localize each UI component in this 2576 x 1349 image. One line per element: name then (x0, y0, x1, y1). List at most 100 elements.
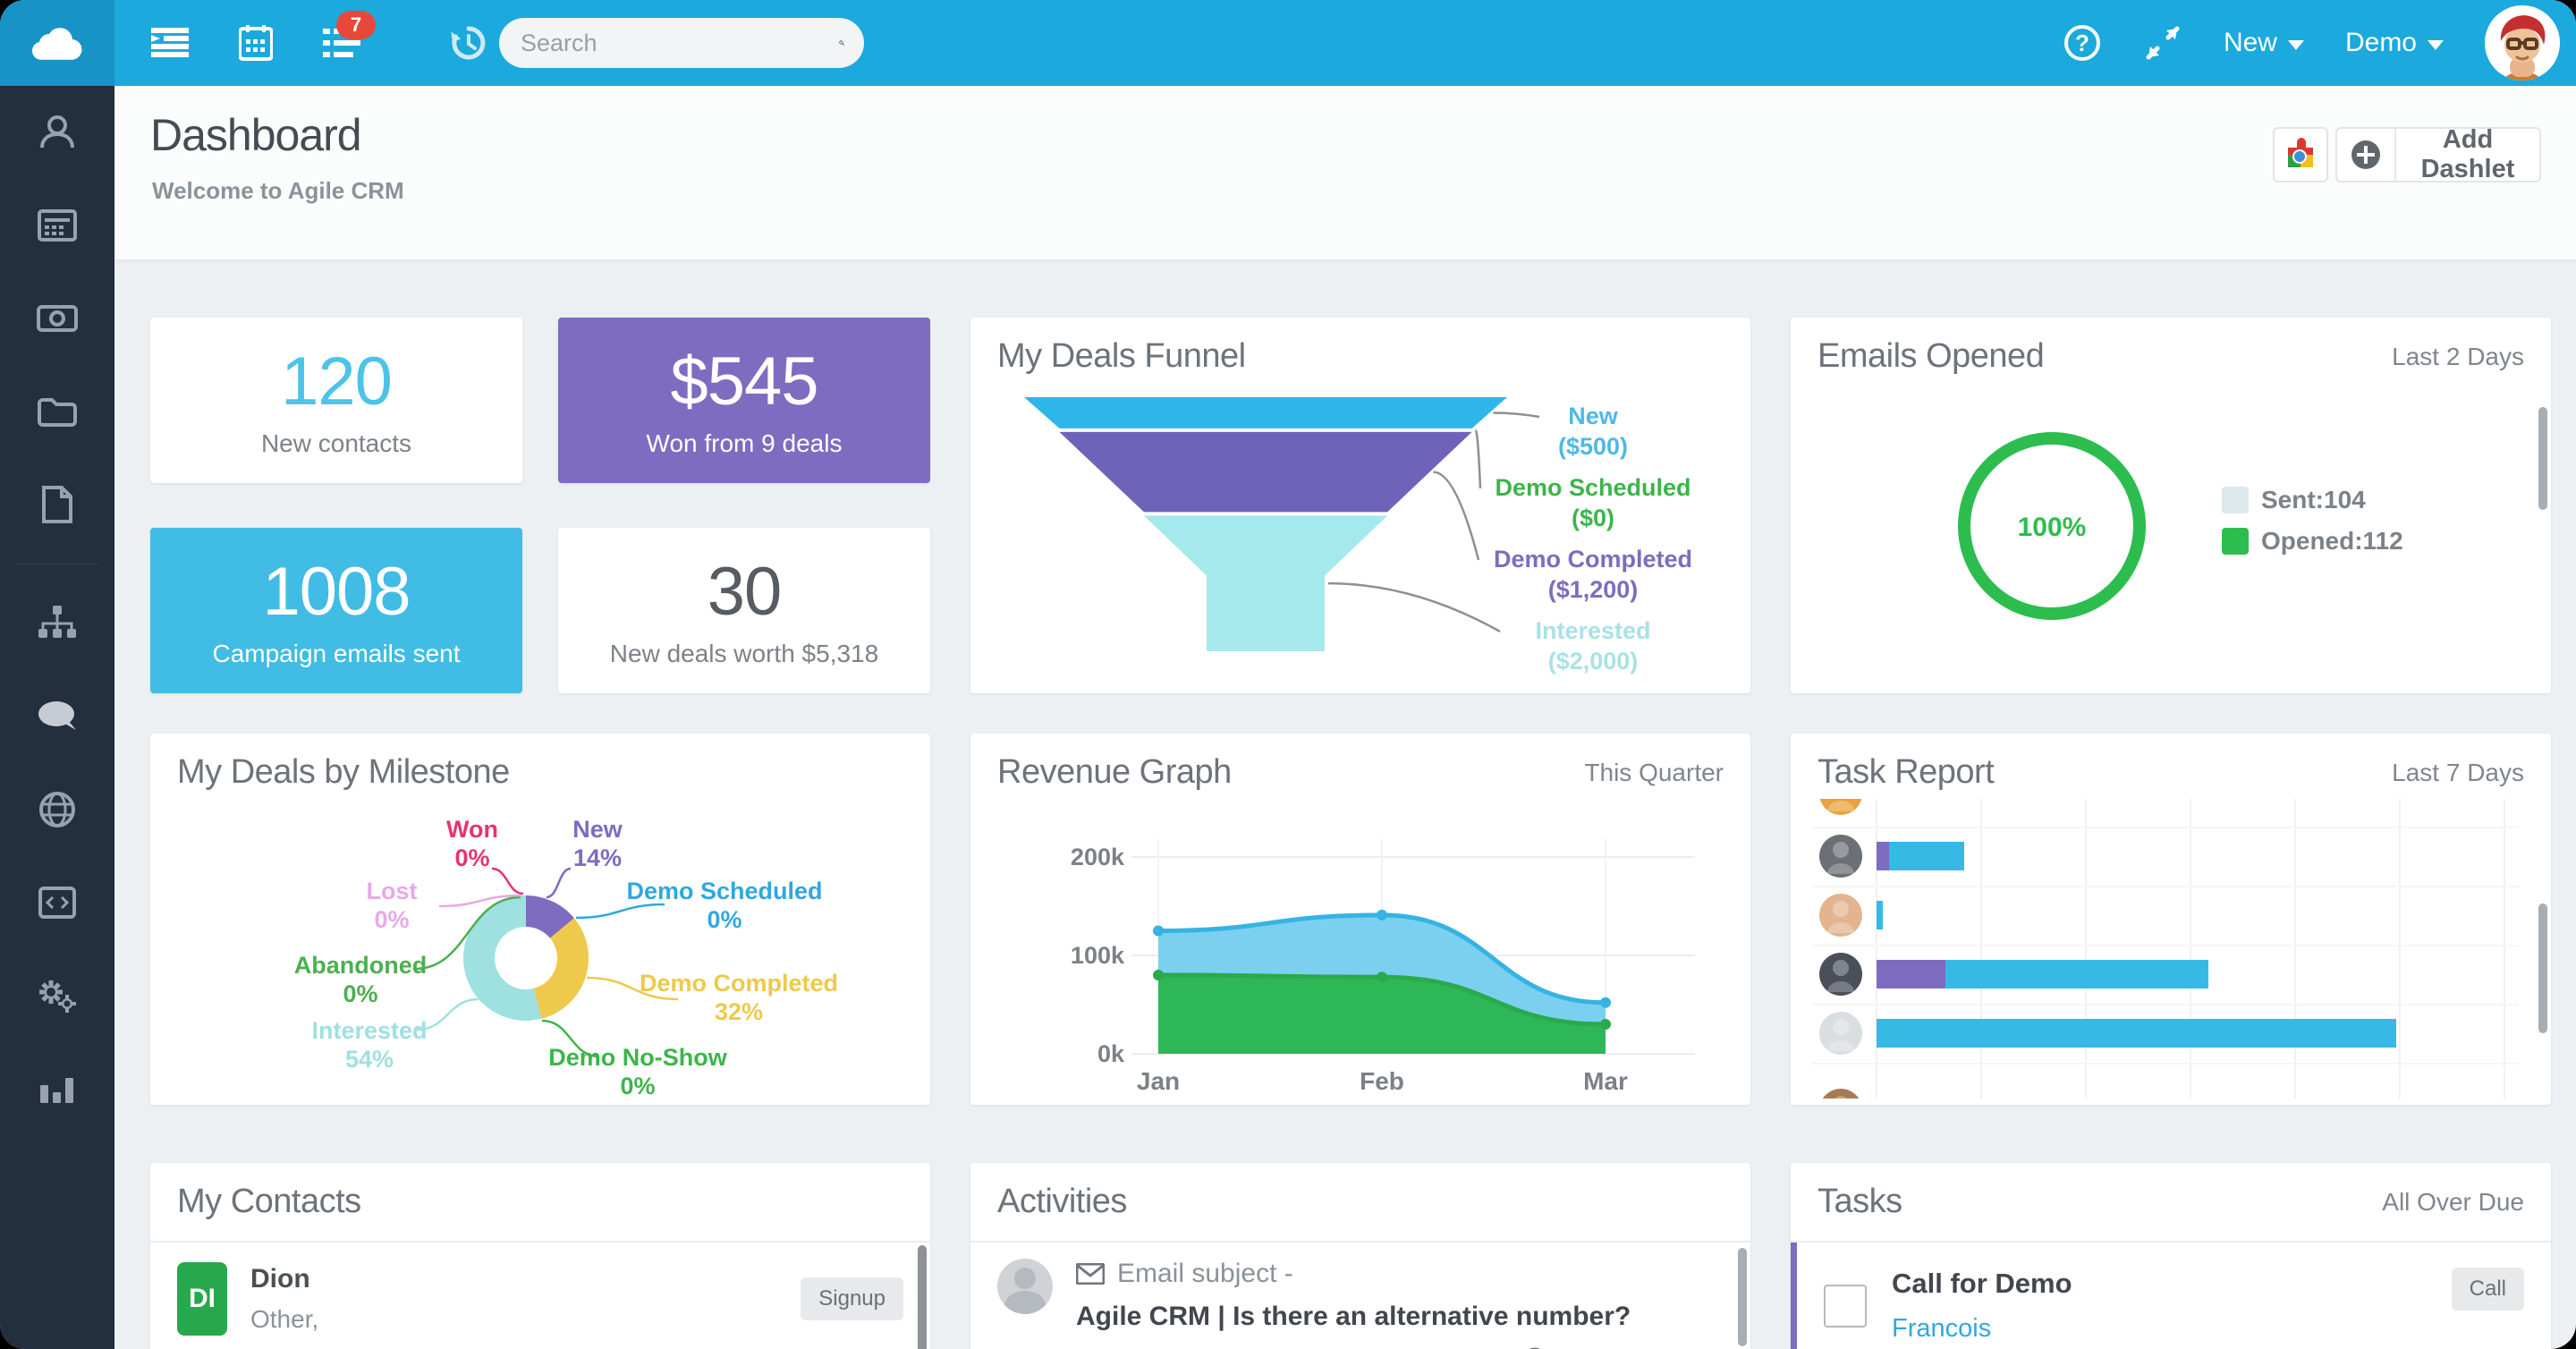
svg-text:32%: 32% (715, 998, 763, 1025)
scrollbar-thumb[interactable] (2538, 407, 2547, 510)
deals-milestone-panel: My Deals by Milestone Won 0% New 14% Demo Sc… (150, 734, 930, 1105)
stat-label: New contacts (260, 429, 412, 457)
user-avatar[interactable] (2485, 5, 2560, 81)
stat-card-new-contacts[interactable]: 120 New contacts (150, 318, 522, 483)
account-menu[interactable]: Demo (2345, 28, 2444, 58)
contact-subtitle: Other, (250, 1305, 319, 1333)
svg-text:New: New (1568, 403, 1619, 429)
stat-label: Won from 9 deals (646, 429, 843, 457)
activity-content: Email subject - Agile CRM | Is there an … (1076, 1259, 1724, 1349)
svg-text:Won: Won (446, 816, 498, 843)
agile-crm-app: 7 ? (0, 0, 2576, 1349)
svg-text:54%: 54% (345, 1046, 394, 1073)
sidebar-item-documents[interactable] (0, 365, 114, 458)
page-header: Dashboard Welcome to Agile CRM Add Dashl… (114, 86, 2576, 259)
panel-meta: Last 7 Days (2392, 758, 2524, 786)
svg-text:Jan: Jan (1137, 1067, 1180, 1095)
svg-text:Demo Completed: Demo Completed (1494, 546, 1692, 573)
contact-tag[interactable]: Signup (801, 1277, 903, 1320)
sidebar-item-companies[interactable] (0, 179, 114, 272)
topbar-right-group: ? New Demo (2063, 0, 2560, 86)
main-menu-icon[interactable] (150, 23, 190, 63)
sidebar-item-chat[interactable] (0, 670, 114, 763)
sidebar-item-settings[interactable] (0, 949, 114, 1042)
task-item[interactable]: Call for Demo Francois Call (1791, 1243, 2551, 1349)
search-icon[interactable] (839, 29, 844, 57)
history-icon[interactable] (449, 23, 488, 63)
table-icon (38, 209, 77, 242)
plus-circle-icon (2337, 129, 2396, 181)
svg-text:($500): ($500) (1558, 433, 1628, 460)
task-contact-link[interactable]: Francois (1892, 1314, 2427, 1344)
svg-text:0%: 0% (707, 906, 741, 933)
stat-card-new-deals[interactable]: 30 New deals worth $5,318 (558, 528, 930, 693)
emails-opened-chart: 100% Sent:104 Opened:112 (1958, 432, 2403, 620)
svg-text:Demo Scheduled: Demo Scheduled (1495, 474, 1690, 501)
deals-funnel-chart: New ($500) Demo Scheduled ($0) Demo Complete… (1024, 397, 1692, 674)
sidebar-item-web-rules[interactable] (0, 763, 114, 856)
new-menu[interactable]: New (2224, 28, 2304, 58)
help-icon[interactable]: ? (2063, 23, 2102, 63)
search-bar[interactable] (499, 18, 864, 68)
tasks-icon[interactable]: 7 (322, 11, 376, 63)
task-content: Call for Demo Francois (1892, 1268, 2427, 1344)
add-dashlet-button[interactable]: Add Dashlet (2335, 125, 2541, 183)
sidebar-item-reports[interactable] (0, 1042, 114, 1135)
search-input[interactable] (519, 28, 839, 58)
stat-value: 120 (281, 344, 393, 420)
svg-text:Sent:104: Sent:104 (2261, 486, 2366, 513)
panel-title: Emails Opened (1818, 337, 2045, 375)
document-icon (42, 486, 72, 523)
scrollbar-thumb[interactable] (2538, 904, 2547, 1033)
svg-text:0%: 0% (620, 1073, 655, 1099)
stat-card-won-deals[interactable]: $545 Won from 9 deals (558, 318, 930, 483)
sidebar-item-forms[interactable] (0, 856, 114, 949)
svg-text:0k: 0k (1097, 1040, 1125, 1067)
panel-title: My Contacts (177, 1183, 361, 1220)
stat-value: 30 (707, 554, 783, 630)
scrollbar-thumb[interactable] (918, 1245, 927, 1349)
task-title: Call for Demo (1892, 1268, 2072, 1299)
contact-name[interactable]: Dion (250, 1264, 318, 1294)
contact-avatar: DI (177, 1262, 227, 1336)
stat-card-campaign-emails[interactable]: 1008 Campaign emails sent (150, 528, 522, 693)
notifications-badge[interactable]: 7 (336, 11, 376, 39)
svg-text:New: New (572, 816, 623, 843)
task-tag[interactable]: Call (2451, 1268, 2524, 1311)
sidebar-item-deals[interactable] (0, 272, 114, 365)
svg-text:?: ? (2075, 30, 2089, 56)
panel-title: My Deals Funnel (997, 337, 1246, 375)
activity-subject[interactable]: Agile CRM | Is there an alternative numb… (1076, 1302, 1631, 1332)
svg-text:100k: 100k (1071, 942, 1125, 969)
calendar-icon[interactable] (236, 23, 275, 63)
svg-text:Interested: Interested (1535, 617, 1650, 644)
svg-text:Feb: Feb (1360, 1067, 1404, 1095)
deals-funnel-panel: My Deals Funnel New ($500) Demo Scheduled (… (970, 318, 1750, 693)
panel-title: Task Report (1818, 753, 1995, 791)
stat-value: $545 (670, 344, 818, 420)
money-icon (37, 305, 78, 332)
svg-text:200k: 200k (1071, 844, 1125, 870)
svg-text:($1,200): ($1,200) (1548, 576, 1639, 603)
activity-time: 11 minutes ago (1555, 1345, 1724, 1349)
tasks-panel: Tasks All Over Due Call for Demo Francoi… (1791, 1163, 2551, 1349)
contact-row[interactable]: DI Dion Other, Signup (150, 1243, 930, 1349)
sidebar (0, 86, 114, 1349)
stat-label: New deals worth $5,318 (609, 640, 879, 667)
svg-text:Demo Scheduled: Demo Scheduled (626, 878, 822, 904)
chrome-extension-icon (2288, 138, 2313, 167)
panel-title: Tasks (1818, 1183, 1902, 1220)
scrollbar-thumb[interactable] (1738, 1248, 1747, 1346)
sidebar-item-contacts[interactable] (0, 86, 114, 179)
sidebar-item-workflows[interactable] (0, 577, 114, 670)
task-checkbox[interactable] (1824, 1284, 1867, 1328)
fullscreen-icon[interactable] (2143, 23, 2182, 63)
my-contacts-panel: My Contacts DI Dion Other, Signup (150, 1163, 930, 1349)
topbar-icon-group: 7 (150, 0, 488, 86)
gears-icon (39, 980, 76, 1013)
sidebar-item-notes[interactable] (0, 458, 114, 551)
activity-row[interactable]: Email subject - Agile CRM | Is there an … (970, 1243, 1750, 1349)
app-logo[interactable] (0, 0, 114, 86)
browser-extension-button[interactable] (2273, 127, 2328, 182)
svg-text:Demo No-Show: Demo No-Show (548, 1044, 727, 1071)
